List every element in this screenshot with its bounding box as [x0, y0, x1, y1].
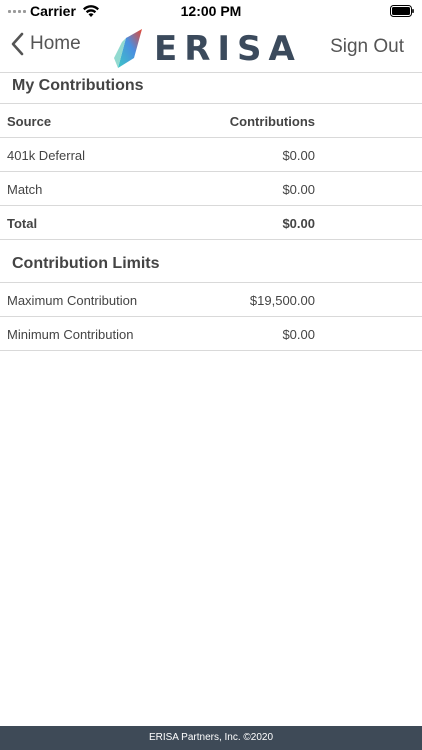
row-amount: $0.00: [282, 182, 315, 197]
sign-out-button[interactable]: Sign Out: [330, 36, 404, 58]
battery-icon: [390, 5, 414, 17]
source-column-header: Source: [7, 114, 52, 129]
logo-text: ERISA: [154, 29, 302, 69]
row-source: 401k Deferral: [7, 148, 86, 163]
contribution-limits-title: Contribution Limits: [0, 239, 422, 283]
limit-label: Minimum Contribution: [7, 327, 134, 342]
row-source: Match: [7, 182, 43, 197]
total-label: Total: [7, 216, 38, 231]
limit-amount: $19,500.00: [249, 293, 315, 308]
status-time: 12:00 PM: [180, 3, 242, 19]
total-amount: $0.00: [282, 216, 315, 231]
table-row: Minimum Contribution $0.00: [0, 317, 422, 351]
erisa-logo: ERISA: [112, 28, 302, 70]
table-row: Maximum Contribution $19,500.00: [0, 283, 422, 317]
contributions-column-header: Contributions: [229, 114, 315, 129]
limit-label: Maximum Contribution: [7, 293, 138, 308]
total-row: Total $0.00: [0, 206, 422, 239]
row-amount: $0.00: [282, 148, 315, 163]
back-button[interactable]: Home: [10, 32, 81, 56]
logo-mark-icon: [114, 29, 142, 68]
back-button-label: Home: [30, 33, 81, 54]
limit-amount: $0.00: [282, 327, 315, 342]
footer: ERISA Partners, Inc. ©2020: [0, 726, 422, 750]
nav-bar: Home ERISA Sign Out: [0, 24, 422, 73]
table-row: 401k Deferral $0.00: [0, 138, 422, 172]
content: My Contributions Source Contributions 40…: [0, 73, 422, 351]
status-bar: Carrier 12:00 PM: [0, 0, 422, 24]
contributions-table-header: Source Contributions: [0, 104, 422, 138]
table-row: Match $0.00: [0, 172, 422, 206]
chevron-left-icon: [11, 32, 24, 56]
my-contributions-title: My Contributions: [0, 73, 422, 104]
